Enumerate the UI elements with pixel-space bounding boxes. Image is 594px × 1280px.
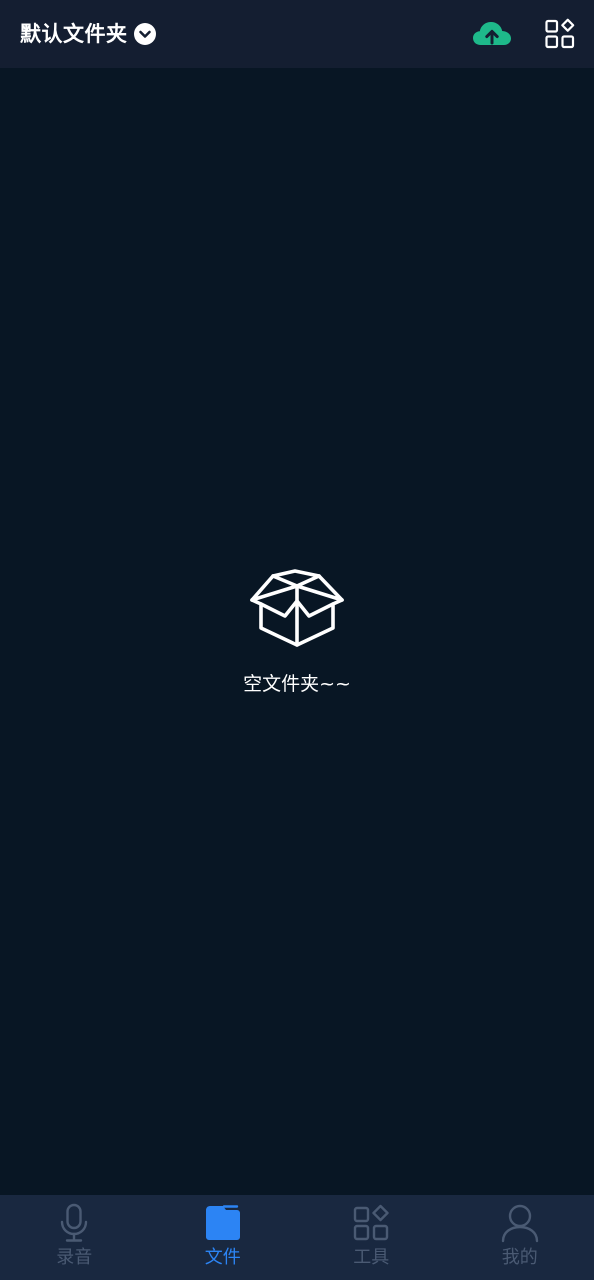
tab-label: 文件 [204,1247,241,1268]
tab-label: 工具 [353,1247,390,1268]
tab-label: 录音 [56,1247,93,1268]
bottom-tab-bar: 录音 文件 工具 我的 [0,1195,594,1280]
tab-files[interactable]: 文件 [149,1195,298,1280]
tab-mine[interactable]: 我的 [446,1195,594,1280]
cloud-upload-icon[interactable] [471,18,513,50]
folder-selector[interactable]: 默认文件夹 [20,17,156,51]
microphone-icon [61,1203,88,1242]
top-bar: 默认文件夹 [0,0,594,68]
tab-label: 我的 [501,1247,538,1268]
empty-state: 空文件夹~~ [0,568,594,696]
folder-title: 默认文件夹 [20,22,128,46]
tab-recording[interactable]: 录音 [0,1195,149,1280]
tools-grid-icon [354,1204,389,1241]
open-box-icon [250,569,344,647]
tab-tools[interactable]: 工具 [297,1195,446,1280]
apps-grid-icon[interactable] [544,18,576,50]
folder-icon [205,1205,240,1240]
empty-folder-message: 空文件夹~~ [243,673,351,695]
chevron-down-circle-icon [133,23,156,45]
user-icon [501,1204,538,1243]
